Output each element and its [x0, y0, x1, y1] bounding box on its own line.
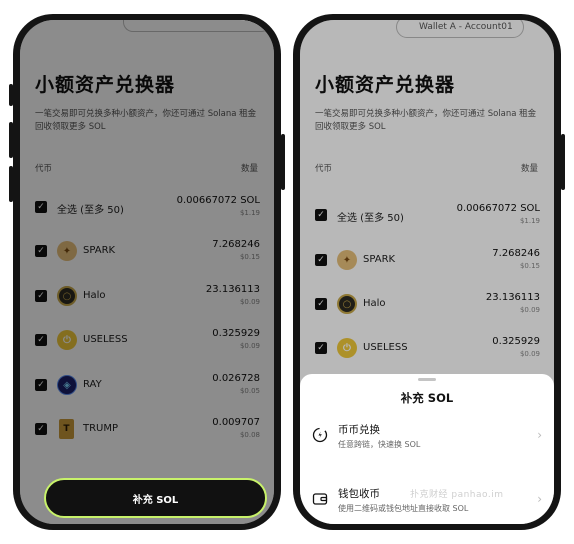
right-screen: Wallet A - Account01 小额资产兑换器 一笔交易即可兑换多种小… [300, 20, 554, 524]
top-up-sol-button[interactable]: 补充 SOL [44, 478, 267, 518]
chevron-right-icon: › [537, 492, 542, 506]
swap-icon [312, 427, 328, 443]
left-phone-frame: 小额资产兑换器 一笔交易即可兑换多种小额资产，你还可通过 Solana 租金回收… [9, 14, 285, 530]
option-title: 币币兑换 [338, 424, 380, 436]
receive-option[interactable]: 钱包收币 使用二维码或钱包地址直接收取 SOL › [300, 482, 554, 522]
power-button [561, 134, 565, 190]
chevron-right-icon: › [537, 428, 542, 442]
wallet-icon [312, 493, 328, 505]
top-up-sol-sheet: 补充 SOL 币币兑换 任意跨链，快速换 SOL › 扑克财经 panhao.i… [300, 374, 554, 524]
right-phone-frame: Wallet A - Account01 小额资产兑换器 一笔交易即可兑换多种小… [293, 14, 565, 530]
option-title: 钱包收币 [338, 488, 380, 500]
mute-switch [9, 84, 13, 106]
swap-option[interactable]: 币币兑换 任意跨链，快速换 SOL › [300, 418, 554, 458]
option-subtitle: 使用二维码或钱包地址直接收取 SOL [338, 504, 469, 513]
screen-dim-overlay [20, 20, 274, 524]
left-screen: 小额资产兑换器 一笔交易即可兑换多种小额资产，你还可通过 Solana 租金回收… [20, 20, 274, 524]
volume-down-button [9, 166, 13, 202]
sheet-drag-handle[interactable] [418, 378, 436, 381]
volume-up-button [9, 122, 13, 158]
power-button [281, 134, 285, 190]
option-subtitle: 任意跨链，快速换 SOL [338, 440, 421, 449]
sheet-title: 补充 SOL [400, 391, 454, 405]
